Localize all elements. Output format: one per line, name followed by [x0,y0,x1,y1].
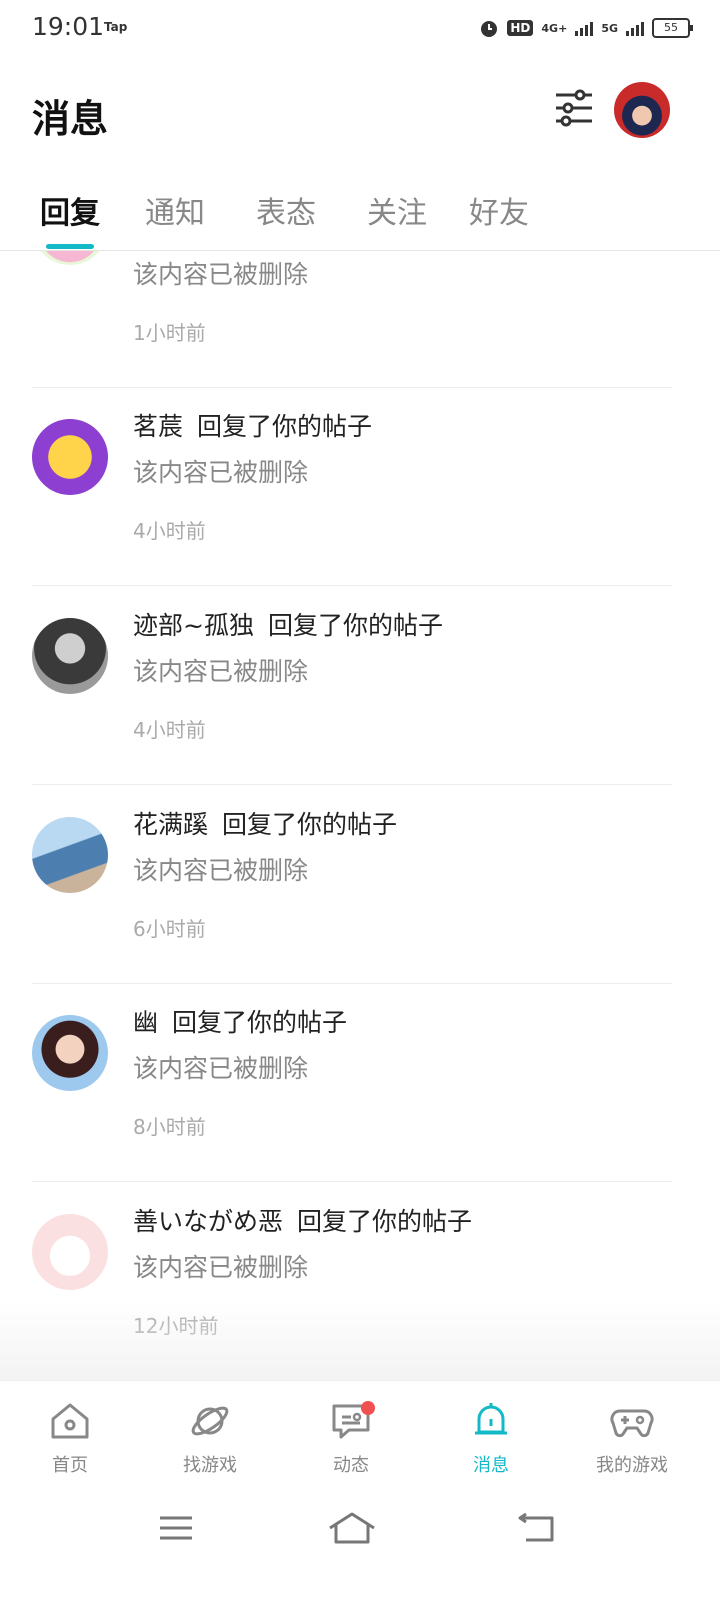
item-title: 善いながめ恶 回复了你的帖子 [133,1202,472,1238]
tab-friends[interactable]: 好友 [469,188,529,232]
system-nav-bar [0,1490,720,1605]
avatar[interactable] [32,618,108,694]
nav-find-games-label: 找游戏 [183,1455,237,1476]
avatar[interactable] [32,251,108,265]
menu-icon[interactable] [146,1508,206,1548]
tab-follow[interactable]: 关注 [367,188,427,232]
item-time: 8小时前 [133,1115,206,1139]
item-username[interactable]: 幽 [133,1008,158,1037]
nav-messages[interactable]: 消息 [431,1399,551,1477]
list-item[interactable]: 幽回复了你的帖子 该内容已被删除 8小时前 [32,983,672,1182]
nav-home-label: 首页 [52,1455,88,1476]
message-tabs: 回复 通知 表态 关注 好友 [0,180,720,251]
item-title: 花满蹊 回复了你的帖子 [133,805,397,841]
signal-icon [575,20,594,36]
nav-home[interactable]: 首页 [10,1399,130,1477]
planet-icon [191,1406,229,1436]
filter-settings-icon[interactable] [552,86,596,130]
tab-reply[interactable]: 回复 [40,188,100,232]
back-icon[interactable] [506,1508,566,1548]
page-title: 消息 [32,97,109,141]
bell-icon [475,1403,507,1435]
item-title: 幽回复了你的帖子 [133,1003,347,1039]
item-action: 回复了你的帖子 [267,611,443,640]
list-item[interactable]: 茗莀 回复了你的帖子 该内容已被删除 4小时前 [32,387,672,586]
item-username[interactable]: 迹部~孤独 [133,611,254,640]
item-time: 1小时前 [133,321,206,345]
gamepad-icon [610,1409,654,1438]
status-app-tag: Tap [104,20,128,34]
status-time: 19:01 [32,12,105,41]
item-action: 回复了你的帖子 [197,412,373,441]
nav-find-games[interactable]: 找游戏 [150,1399,270,1477]
notification-badge [361,1401,375,1415]
item-time: 4小时前 [133,718,206,742]
nav-feed[interactable]: 动态 [291,1399,411,1477]
item-username[interactable]: 花满蹊 [133,810,208,839]
nav-feed-label: 动态 [333,1455,369,1476]
hd-badge: HD [507,20,534,36]
tab-notification[interactable]: 通知 [145,188,205,232]
item-title: 茗莀 回复了你的帖子 [133,407,372,443]
list-item[interactable]: 善いながめ恶 回复了你的帖子 该内容已被删除 12小时前 [32,1182,672,1379]
avatar[interactable] [32,419,108,495]
item-content: 该内容已被删除 [133,1054,309,1083]
item-content: 该内容已被删除 [133,856,309,885]
battery-icon: 55 [652,18,693,38]
item-title: 迹部~孤独 回复了你的帖子 [133,606,443,642]
item-username[interactable]: 茗莀 [133,412,183,441]
signal-icon [626,20,644,36]
nav-messages-label: 消息 [473,1455,509,1476]
status-icons: HD 4G+ 5G 55 [479,14,693,42]
status-bar: 19:01 Tap HD 4G+ 5G 55 [0,0,720,56]
item-time: 4小时前 [133,519,206,543]
item-content: 该内容已被删除 [133,260,309,289]
list-item[interactable]: 花满蹊 回复了你的帖子 该内容已被删除 6小时前 [32,785,672,984]
avatar[interactable] [32,817,108,893]
item-action: 回复了你的帖子 [222,810,398,839]
item-username[interactable]: 善いながめ恶 [133,1207,283,1236]
item-time: 12小时前 [133,1314,219,1338]
alarm-icon [481,21,498,37]
tab-indicator [46,244,94,249]
message-list: 该内容已被删除 1小时前 茗莀 回复了你的帖子 该内容已被删除 4小时前 迹部~孤… [0,251,720,1379]
item-content: 该内容已被删除 [133,1253,309,1282]
network-5g-label: 5G [601,21,618,35]
item-content: 该内容已被删除 [133,458,309,487]
item-action: 回复了你的帖子 [172,1008,348,1037]
nav-my-games-label: 我的游戏 [596,1455,668,1476]
user-avatar[interactable] [614,82,670,138]
tab-reaction[interactable]: 表态 [256,188,316,232]
item-content: 该内容已被删除 [133,657,309,686]
item-action: 回复了你的帖子 [297,1207,473,1236]
avatar[interactable] [32,1015,108,1091]
item-time: 6小时前 [133,917,206,941]
network-4g-label: 4G+ [541,21,568,35]
home-icon [51,1403,89,1439]
avatar[interactable] [32,1214,108,1290]
system-home-icon[interactable] [322,1508,382,1548]
list-item[interactable]: 迹部~孤独 回复了你的帖子 该内容已被删除 4小时前 [32,586,672,785]
nav-my-games[interactable]: 我的游戏 [572,1399,692,1477]
list-item[interactable]: 该内容已被删除 1小时前 [32,251,672,388]
bottom-nav: 首页 找游戏 动态 消息 我的游戏 [0,1380,720,1491]
